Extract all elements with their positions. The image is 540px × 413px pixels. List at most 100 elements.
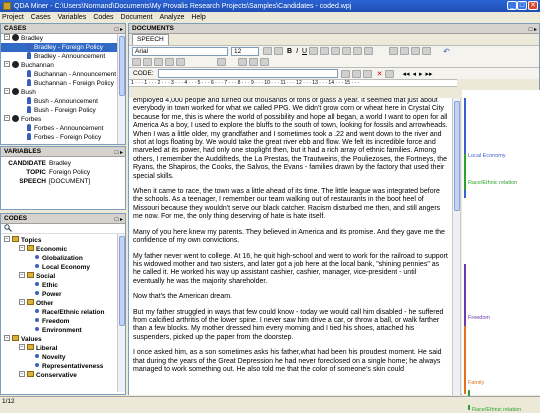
case-item[interactable]: Bradley - Foreign Policy — [1, 42, 125, 52]
highlight-icon[interactable] — [274, 47, 283, 55]
align-right-icon[interactable] — [353, 47, 363, 55]
document-paragraph[interactable]: But my father struggled in ways that few… — [133, 309, 448, 343]
collapse-icon[interactable]: − — [4, 61, 10, 68]
delete-code-icon[interactable]: ✕ — [377, 70, 383, 78]
collapse-icon[interactable]: − — [4, 335, 10, 342]
case-item[interactable]: Forbes - Foreign Policy — [1, 132, 125, 142]
close-button[interactable]: ✕ — [528, 1, 538, 10]
document-paragraph[interactable]: My father never went to college. At 16, … — [133, 253, 448, 287]
code-remove-icon[interactable] — [351, 69, 361, 78]
menu-project[interactable]: Project — [2, 14, 24, 21]
font-select[interactable]: Arial — [132, 46, 228, 56]
save-icon[interactable] — [400, 47, 410, 55]
code-item[interactable]: Environment — [1, 326, 125, 335]
tab-speech[interactable]: SPEECH — [132, 34, 169, 45]
collapse-icon[interactable]: − — [4, 34, 10, 41]
collapse-icon[interactable]: − — [4, 236, 10, 243]
variables-panel-buttons[interactable]: □ ▸ — [115, 148, 123, 158]
case-item[interactable]: Forbes - Announcement — [1, 123, 125, 133]
margin-label-race[interactable]: Race/Ethnic relation — [468, 180, 517, 186]
code-item[interactable]: Race/Ethnic relation — [1, 308, 125, 317]
code-apply-icon[interactable] — [340, 69, 350, 78]
minimize-button[interactable]: _ — [507, 1, 517, 10]
memo-icon[interactable] — [362, 69, 372, 78]
case-item[interactable]: Bush - Announcement — [1, 96, 125, 106]
variable-value[interactable]: Bradley — [49, 160, 71, 167]
code-category[interactable]: − Economic — [1, 245, 125, 254]
code-item[interactable]: Local Economy — [1, 263, 125, 272]
code-select[interactable] — [157, 69, 338, 78]
print-icon[interactable] — [411, 47, 421, 55]
document-editor[interactable]: employed 4,000 people and turned out tho… — [129, 98, 461, 395]
code-item[interactable]: Power — [1, 290, 125, 299]
variable-value[interactable]: [DOCUMENT] — [49, 178, 90, 185]
codes-search-bar[interactable] — [1, 224, 125, 234]
case-item[interactable]: Bradley - Announcement — [1, 51, 125, 61]
margin-label-local-economy[interactable]: Local Economy — [468, 153, 506, 159]
document-paragraph[interactable]: employed 4,000 people and turned out tho… — [133, 98, 448, 181]
margin-label-freedom[interactable]: Freedom — [468, 315, 490, 321]
code-item[interactable]: Representativeness — [1, 362, 125, 371]
code-item[interactable]: Globalization — [1, 254, 125, 263]
prev-record-icon[interactable]: ◂ — [413, 70, 417, 78]
code-category[interactable]: − Liberal — [1, 344, 125, 353]
open-icon[interactable] — [389, 47, 399, 55]
italic-icon[interactable]: I — [296, 48, 298, 55]
underline-icon[interactable]: U — [302, 48, 307, 55]
outdent-icon[interactable] — [260, 57, 269, 66]
case-group[interactable]: − Bradley — [1, 34, 125, 43]
bullets-icon[interactable] — [238, 57, 247, 66]
collapse-icon[interactable]: − — [19, 371, 25, 378]
code-category[interactable]: − Conservative — [1, 371, 125, 380]
case-item[interactable]: Buchannan - Foreign Policy — [1, 78, 125, 88]
paste-icon[interactable] — [154, 57, 163, 66]
collapse-icon[interactable]: − — [4, 115, 10, 122]
collapse-icon[interactable]: − — [19, 245, 25, 252]
align-center-icon[interactable] — [342, 47, 352, 55]
font-size-select[interactable]: 12 — [231, 46, 259, 56]
maximize-button[interactable]: □ — [517, 1, 527, 10]
menu-document[interactable]: Document — [121, 14, 153, 21]
collapse-icon[interactable]: − — [4, 88, 10, 95]
margin-bar-race[interactable] — [464, 154, 466, 190]
undo-icon[interactable]: ↶ — [443, 47, 450, 56]
cases-scrollbar[interactable] — [117, 34, 125, 144]
menu-variables[interactable]: Variables — [58, 14, 87, 21]
last-record-icon[interactable]: ▸▸ — [426, 70, 433, 78]
menu-analyze[interactable]: Analyze — [159, 14, 184, 21]
variable-value[interactable]: Foreign Policy — [49, 169, 90, 176]
codes-scrollbar[interactable] — [117, 234, 125, 392]
comment-icon[interactable] — [385, 69, 395, 78]
case-group[interactable]: − Forbes — [1, 114, 125, 124]
code-category[interactable]: − Social — [1, 272, 125, 281]
case-group[interactable]: − Bush — [1, 87, 125, 97]
margin-label-race-2[interactable]: Race/Ethnic relation — [472, 407, 521, 413]
subscript-icon[interactable] — [320, 47, 330, 55]
menu-cases[interactable]: Cases — [31, 14, 51, 21]
code-item[interactable]: Freedom — [1, 317, 125, 326]
justify-icon[interactable] — [364, 47, 374, 55]
next-record-icon[interactable]: ▸ — [419, 70, 423, 78]
margin-label-family[interactable]: Family — [468, 380, 484, 386]
spellcheck-icon[interactable] — [176, 57, 185, 66]
insert-icon[interactable] — [217, 57, 226, 66]
collapse-icon[interactable]: − — [19, 299, 25, 306]
code-category[interactable]: − Other — [1, 299, 125, 308]
case-group[interactable]: − Buchannan — [1, 60, 125, 70]
document-paragraph[interactable]: Many of you here knew my parents. They b… — [133, 229, 448, 246]
code-category[interactable]: − Topics — [1, 236, 125, 245]
document-paragraph[interactable]: Now that's the American dream. — [133, 293, 448, 301]
document-paragraph[interactable]: When it came to race, the town was a lit… — [133, 188, 448, 222]
font-color-icon[interactable] — [263, 47, 272, 55]
align-left-icon[interactable] — [331, 47, 341, 55]
collapse-icon[interactable]: − — [19, 272, 25, 279]
code-category[interactable]: − Values — [1, 335, 125, 344]
superscript-icon[interactable] — [309, 47, 319, 55]
document-paragraph[interactable]: I once asked him, as a son sometimes ask… — [133, 349, 448, 374]
bold-icon[interactable]: B — [287, 48, 292, 55]
search-icon[interactable] — [4, 224, 12, 232]
case-item[interactable]: Buchannan - Announcement - — [1, 69, 125, 79]
case-item[interactable]: Bush - Foreign Policy — [1, 105, 125, 115]
codes-panel-buttons[interactable]: □ ▸ — [115, 215, 123, 225]
print-preview-icon[interactable] — [422, 47, 432, 55]
